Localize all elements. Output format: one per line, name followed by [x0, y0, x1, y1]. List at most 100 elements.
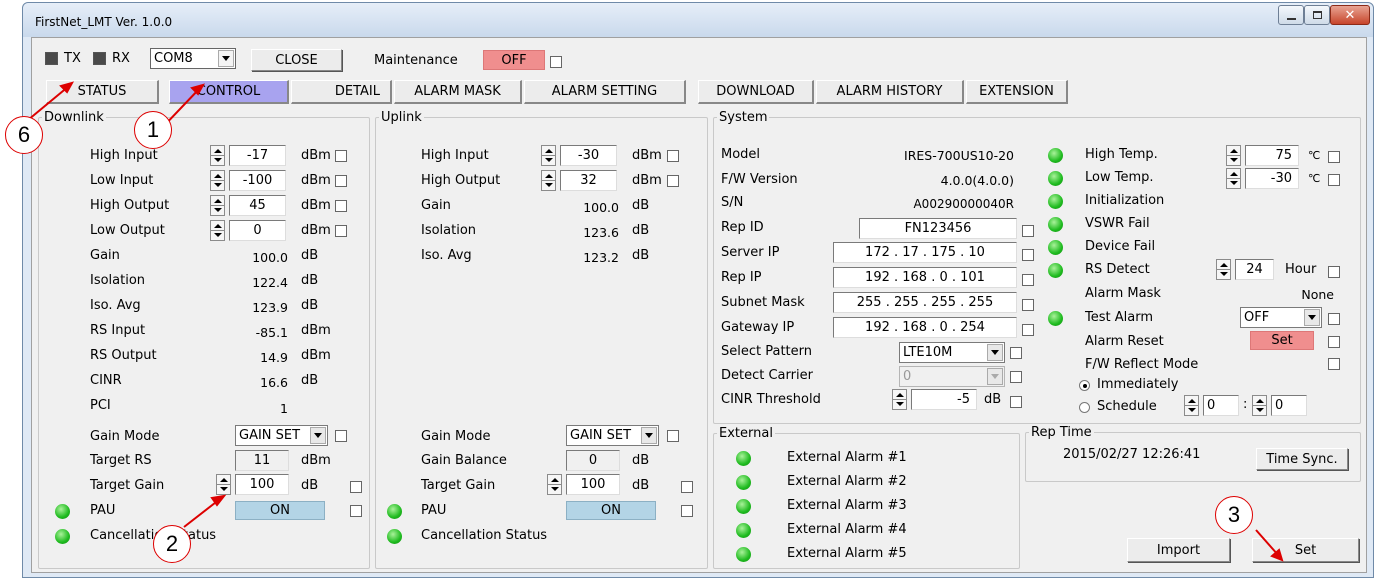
- rs-detect-unit: Hour: [1285, 262, 1317, 277]
- tab-alarm-mask[interactable]: ALARM MASK: [394, 80, 522, 104]
- cinr-threshold-field[interactable]: -5: [911, 389, 977, 410]
- server-ip-field[interactable]: 172 . 17 . 175 . 10: [833, 242, 1017, 263]
- ul-high-output-checkbox[interactable]: [667, 175, 679, 187]
- time-sync-button[interactable]: Time Sync.: [1256, 448, 1348, 470]
- tab-extension[interactable]: EXTENSION: [966, 80, 1068, 104]
- close-port-button[interactable]: CLOSE: [251, 49, 342, 71]
- dl-target-gain-checkbox[interactable]: [350, 481, 362, 493]
- dl-gain-mode-checkbox[interactable]: [335, 430, 347, 442]
- high-temp-unit: ℃: [1308, 149, 1321, 162]
- test-alarm-checkbox[interactable]: [1328, 313, 1340, 325]
- high-temp-spinner[interactable]: [1226, 145, 1241, 166]
- dl-cancellation-status-icon: [55, 529, 70, 544]
- minimize-button[interactable]: [1278, 5, 1304, 25]
- test-alarm-select[interactable]: OFF: [1240, 307, 1322, 328]
- subnet-mask-checkbox[interactable]: [1022, 299, 1034, 311]
- ul-high-input-checkbox[interactable]: [667, 150, 679, 162]
- fw-reflect-mode-checkbox[interactable]: [1328, 358, 1340, 370]
- rs-detect-field[interactable]: 24: [1235, 259, 1274, 280]
- dl-high-output-field[interactable]: 45: [229, 195, 286, 216]
- dl-high-output-checkbox[interactable]: [335, 200, 347, 212]
- dl-low-output-checkbox[interactable]: [335, 225, 347, 237]
- dl-low-input-field[interactable]: -100: [229, 170, 286, 191]
- dl-low-input-spinner[interactable]: [210, 170, 225, 191]
- dl-target-gain-spinner[interactable]: [216, 474, 231, 495]
- dl-high-input-checkbox[interactable]: [335, 150, 347, 162]
- immediately-radio[interactable]: [1079, 380, 1090, 391]
- dl-rs-input-value: -85.1: [255, 325, 288, 340]
- alarm-reset-checkbox[interactable]: [1328, 336, 1340, 348]
- ul-high-output-spinner[interactable]: [541, 170, 556, 191]
- tab-status[interactable]: STATUS: [46, 80, 159, 104]
- low-temp-field[interactable]: -30: [1245, 168, 1299, 189]
- rep-id-field[interactable]: FN123456: [859, 218, 1017, 239]
- rep-id-checkbox[interactable]: [1022, 225, 1034, 237]
- dl-high-input-spinner[interactable]: [210, 145, 225, 166]
- rep-ip-field[interactable]: 192 . 168 . 0 . 101: [833, 267, 1017, 288]
- sn-value: A00290000040R: [913, 197, 1014, 211]
- ul-gain-mode-checkbox[interactable]: [667, 430, 679, 442]
- tab-alarm-setting[interactable]: ALARM SETTING: [524, 80, 686, 104]
- close-window-button[interactable]: ✕: [1330, 5, 1370, 25]
- schedule-separator: :: [1243, 397, 1248, 412]
- schedule-hour-spinner[interactable]: [1184, 395, 1199, 416]
- select-pattern-select[interactable]: LTE10M: [899, 342, 1005, 363]
- tab-alarm-history[interactable]: ALARM HISTORY: [816, 80, 964, 104]
- schedule-minute-field[interactable]: 0: [1271, 395, 1307, 416]
- select-pattern-checkbox[interactable]: [1010, 347, 1022, 359]
- dl-high-output-spinner[interactable]: [210, 195, 225, 216]
- dl-low-output-field[interactable]: 0: [229, 220, 286, 241]
- set-button[interactable]: Set: [1252, 538, 1359, 562]
- detect-carrier-checkbox[interactable]: [1010, 371, 1022, 383]
- rs-detect-checkbox[interactable]: [1328, 266, 1340, 278]
- dl-high-input-field[interactable]: -17: [229, 145, 286, 166]
- alarm-reset-set-button[interactable]: Set: [1250, 331, 1314, 350]
- ul-pau-checkbox[interactable]: [681, 505, 693, 517]
- ul-gain-balance-unit: dB: [632, 453, 650, 468]
- subnet-mask-field[interactable]: 255 . 255 . 255 . 255: [833, 292, 1017, 313]
- schedule-hour-field[interactable]: 0: [1203, 395, 1239, 416]
- dl-pau-toggle-button[interactable]: ON: [235, 501, 325, 520]
- ul-pau-toggle-button[interactable]: ON: [566, 501, 656, 520]
- ul-target-gain-field[interactable]: 100: [566, 474, 620, 495]
- tab-download[interactable]: DOWNLOAD: [698, 80, 814, 104]
- dl-rs-output-unit: dBm: [301, 348, 331, 363]
- server-ip-checkbox[interactable]: [1022, 249, 1034, 261]
- ul-target-gain-checkbox[interactable]: [681, 481, 693, 493]
- maximize-button[interactable]: [1304, 5, 1330, 25]
- dl-pau-checkbox[interactable]: [350, 505, 362, 517]
- cinr-threshold-checkbox[interactable]: [1010, 396, 1022, 408]
- dl-low-output-spinner[interactable]: [210, 220, 225, 241]
- dl-high-output-label: High Output: [90, 198, 170, 213]
- low-temp-checkbox[interactable]: [1328, 174, 1340, 186]
- rep-time-value: 2015/02/27 12:26:41: [1063, 447, 1201, 462]
- rep-ip-checkbox[interactable]: [1022, 274, 1034, 286]
- ul-high-input-field[interactable]: -30: [560, 145, 617, 166]
- ul-gain-mode-select[interactable]: GAIN SET: [566, 425, 659, 446]
- import-button[interactable]: Import: [1127, 538, 1230, 562]
- cinr-threshold-spinner[interactable]: [892, 389, 907, 410]
- ul-high-output-field[interactable]: 32: [560, 170, 617, 191]
- dl-target-gain-field[interactable]: 100: [235, 474, 289, 495]
- ul-high-input-spinner[interactable]: [541, 145, 556, 166]
- maintenance-toggle-button[interactable]: OFF: [483, 50, 545, 70]
- rs-detect-spinner[interactable]: [1216, 259, 1231, 280]
- gateway-ip-field[interactable]: 192 . 168 . 0 . 254: [833, 317, 1017, 338]
- schedule-minute-spinner[interactable]: [1252, 395, 1267, 416]
- high-temp-checkbox[interactable]: [1328, 151, 1340, 163]
- low-temp-spinner[interactable]: [1226, 168, 1241, 189]
- tab-control[interactable]: CONTROL: [169, 80, 289, 104]
- dl-gain-mode-select[interactable]: GAIN SET: [235, 425, 328, 446]
- schedule-radio[interactable]: [1079, 402, 1090, 413]
- ul-target-gain-spinner[interactable]: [547, 474, 562, 495]
- high-temp-field[interactable]: 75: [1245, 145, 1299, 166]
- gateway-ip-checkbox[interactable]: [1022, 324, 1034, 336]
- ul-high-input-label: High Input: [421, 148, 489, 163]
- dl-gain-label: Gain: [90, 248, 120, 263]
- com-port-select[interactable]: COM8: [150, 48, 236, 69]
- dl-low-input-checkbox[interactable]: [335, 175, 347, 187]
- external-alarm-2-label: External Alarm #2: [787, 474, 907, 489]
- maintenance-checkbox[interactable]: [550, 56, 562, 68]
- tab-detail[interactable]: DETAIL: [291, 80, 392, 104]
- rs-detect-status-icon: [1048, 263, 1063, 278]
